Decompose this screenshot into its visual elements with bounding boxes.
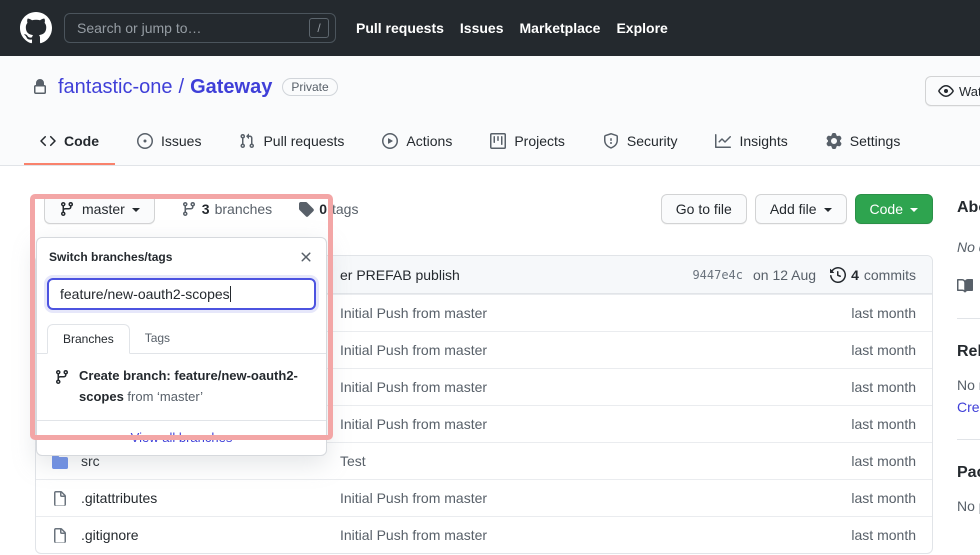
commit-date: on 12 Aug [753,267,816,283]
releases-empty-text: No releases published [957,377,980,393]
create-branch-item[interactable]: Create branch: feature/new-oauth2-scopes… [37,354,326,420]
tag-icon [298,201,314,217]
global-header: Search or jump to… / Pull requests Issue… [0,0,980,56]
commit-hash-link[interactable]: 9447e4c [692,268,743,282]
search-placeholder: Search or jump to… [77,20,202,36]
shield-icon [603,133,619,149]
tab-insights[interactable]: Insights [699,120,803,165]
project-icon [490,133,506,149]
file-age: last month [851,342,932,358]
git-pull-request-icon [239,133,255,149]
file-navigation-toolbar: master 3 branches 0 tags Go to file Add … [35,194,933,224]
commit-message-link[interactable]: Initial Push from master [340,490,851,506]
repo-name-link[interactable]: Gateway [190,76,272,99]
commit-message-link[interactable]: Initial Push from master [340,527,851,543]
breadcrumb-separator: / [179,76,185,99]
play-icon [382,133,398,149]
file-age: last month [851,527,932,543]
code-icon [40,133,56,149]
repo-tab-bar: Code Issues Pull requests Actions Projec… [0,120,980,165]
top-nav: Pull requests Issues Marketplace Explore [356,20,668,36]
table-row: .gitignore Initial Push from master last… [36,516,932,553]
commit-message-link[interactable]: Initial Push from master [340,379,851,395]
popup-title: Switch branches/tags [49,250,172,264]
history-icon [830,267,846,283]
tab-issues[interactable]: Issues [121,120,217,165]
chevron-down-icon [824,208,832,216]
releases-title: Releases [957,343,980,361]
tab-settings[interactable]: Settings [810,120,917,165]
graph-icon [715,133,731,149]
divider [957,318,980,319]
about-title: About [957,199,980,217]
branch-switch-popup: Switch branches/tags feature/new-oauth2-… [36,237,327,456]
github-logo-icon[interactable] [20,12,52,44]
git-branch-icon [181,201,197,217]
issue-opened-icon [137,133,153,149]
file-age: last month [851,453,932,469]
current-branch-label: master [82,201,125,217]
packages-title: Packages [957,464,980,482]
slash-key-hint: / [309,18,329,38]
add-file-button[interactable]: Add file [755,194,847,224]
watch-button[interactable]: Watch [925,76,980,106]
lock-icon [32,76,48,99]
file-icon [52,489,68,506]
table-row: .gitattributes Initial Push from master … [36,479,932,516]
eye-icon [938,83,954,99]
commit-message-link[interactable]: Initial Push from master [340,342,851,358]
divider [957,439,980,440]
readme-link[interactable]: Readme [957,278,980,294]
commit-message-link[interactable]: Initial Push from master [340,305,851,321]
go-to-file-button[interactable]: Go to file [661,194,747,224]
packages-empty-text: No packages published [957,498,980,514]
file-name-link[interactable]: .gitignore [81,527,340,543]
repo-content: master 3 branches 0 tags Go to file Add … [0,166,980,552]
nav-marketplace[interactable]: Marketplace [520,20,601,36]
nav-pull-requests[interactable]: Pull requests [356,20,444,36]
popup-tab-branches[interactable]: Branches [47,324,130,354]
latest-commit-message[interactable]: er PREFAB publish [340,267,460,283]
breadcrumb: fantastic-one / Gateway Private [0,72,980,102]
book-icon [957,278,973,294]
text-cursor [230,286,231,302]
branch-select-button[interactable]: master [44,194,155,224]
chevron-down-icon [132,208,140,216]
commit-message-link[interactable]: Initial Push from master [340,416,851,432]
close-icon[interactable] [298,248,314,266]
tab-projects[interactable]: Projects [474,120,581,165]
tab-pull-requests[interactable]: Pull requests [223,120,360,165]
repo-owner-link[interactable]: fantastic-one [58,76,173,99]
nav-explore[interactable]: Explore [616,20,667,36]
file-icon [52,526,68,543]
popup-tab-tags[interactable]: Tags [130,324,185,353]
tab-actions[interactable]: Actions [366,120,468,165]
repo-header: fantastic-one / Gateway Private Code Iss… [0,56,980,166]
file-age: last month [851,490,932,506]
view-all-branches-link[interactable]: View all branches [37,420,326,455]
tab-code[interactable]: Code [24,120,115,165]
file-name-link[interactable]: .gitattributes [81,490,340,506]
git-branch-icon [59,201,75,217]
tab-security[interactable]: Security [587,120,694,165]
create-release-link[interactable]: Create a new release [957,399,980,415]
gear-icon [826,133,842,149]
git-branch-icon [54,369,70,385]
repo-description: No description, website, or topics provi… [957,237,980,258]
chevron-down-icon [910,208,918,216]
file-age: last month [851,379,932,395]
tags-link[interactable]: 0 tags [298,201,358,217]
commit-message-link[interactable]: Test [340,453,851,469]
branches-link[interactable]: 3 branches [181,201,272,217]
file-age: last month [851,305,932,321]
create-branch-source: from ‘master’ [124,389,203,404]
commit-history-link[interactable]: 4 commits [830,267,916,283]
code-button[interactable]: Code [855,194,933,224]
nav-issues[interactable]: Issues [460,20,504,36]
branch-filter-input[interactable]: feature/new-oauth2-scopes [47,278,316,310]
visibility-badge: Private [282,78,337,96]
search-input[interactable]: Search or jump to… / [64,13,336,43]
repo-sidebar: About No description, website, or topics… [957,199,980,514]
file-age: last month [851,416,932,432]
